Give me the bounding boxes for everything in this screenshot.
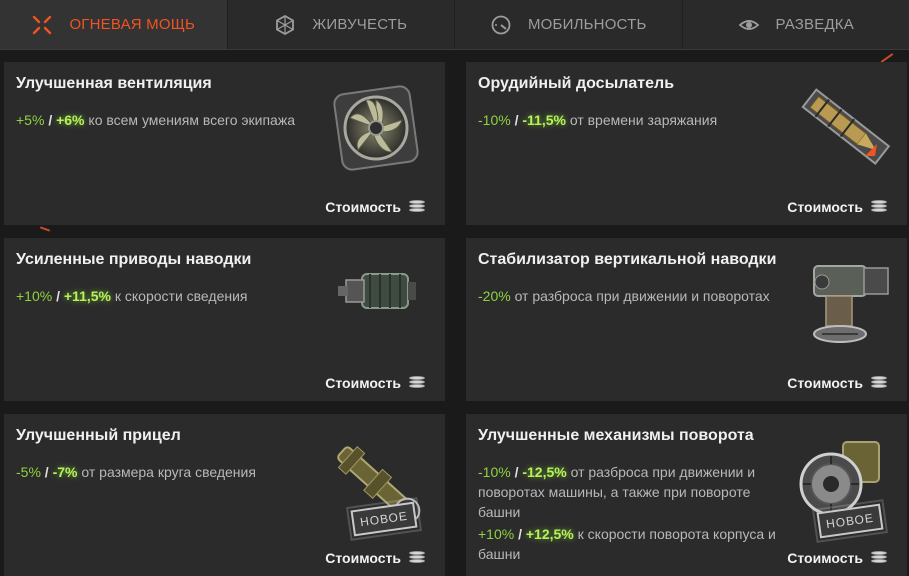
separator: /	[514, 112, 519, 128]
equipment-description: +10% / +11,5% к скорости сведения	[16, 286, 316, 306]
tab-recon[interactable]: РАЗВЕДКА	[683, 0, 909, 49]
eye-icon	[738, 14, 760, 36]
cost-label: Стоимость	[787, 550, 863, 566]
bonus-text: от времени заряжания	[569, 112, 718, 128]
equipment-description: -10% / -11,5% от времени заряжания	[478, 110, 778, 130]
separator: /	[56, 288, 60, 304]
cost-button[interactable]: Стоимость	[325, 375, 425, 391]
equipment-card[interactable]: Улучшенный прицел -5% / -7% от размера к…	[4, 414, 445, 576]
cost-label: Стоимость	[325, 550, 401, 566]
tab-label: ОГНЕВАЯ МОЩЬ	[69, 16, 196, 33]
tab-mobility[interactable]: МОБИЛЬНОСТЬ	[455, 0, 683, 49]
bonus-value-improved: +11,5%	[63, 288, 111, 304]
cost-label: Стоимость	[325, 375, 401, 391]
crosshair-icon	[31, 14, 53, 36]
equipment-description: -10% / -12,5% от разброса при движении и…	[478, 462, 778, 564]
speedometer-icon	[490, 14, 512, 36]
armor-hex-icon	[274, 14, 296, 36]
new-badge-label: НОВОЕ	[359, 508, 409, 530]
bonus-value: +5%	[16, 112, 45, 128]
bonus-value-improved: -11,5%	[522, 112, 566, 128]
cost-button[interactable]: Стоимость	[787, 375, 887, 391]
equipment-description: -20% от разброса при движении и поворота…	[478, 286, 778, 306]
bonus-value-improved: -12,5%	[522, 464, 567, 480]
tab-survivability[interactable]: ЖИВУЧЕСТЬ	[228, 0, 455, 49]
credits-icon	[409, 376, 425, 390]
equipment-description: +5% / +6% ко всем умениям всего экипажа	[16, 110, 316, 130]
bonus-text: к скорости сведения	[114, 288, 248, 304]
credits-icon	[871, 551, 887, 565]
equipment-title: Улучшенные механизмы поворота	[478, 427, 754, 444]
equipment-card[interactable]: Улучшенная вентиляция +5% / +6% ко всем …	[4, 62, 445, 225]
equipment-title: Улучшенный прицел	[16, 427, 181, 444]
cost-label: Стоимость	[787, 375, 863, 391]
credits-icon	[409, 551, 425, 565]
fan-icon	[324, 80, 434, 180]
credits-icon	[409, 200, 425, 214]
equipment-title: Улучшенная вентиляция	[16, 75, 212, 92]
cost-button[interactable]: Стоимость	[325, 199, 425, 215]
equipment-card[interactable]: Стабилизатор вертикальной наводки -20% о…	[466, 238, 907, 401]
motor-icon	[324, 252, 434, 352]
tab-label: РАЗВЕДКА	[775, 16, 854, 33]
equipment-title: Усиленные приводы наводки	[16, 251, 252, 268]
category-tabs: ОГНЕВАЯ МОЩЬ ЖИВУЧЕСТЬ МОБИЛЬНОСТЬ РАЗВЕ…	[0, 0, 909, 50]
tab-label: МОБИЛЬНОСТЬ	[527, 16, 647, 33]
bonus-value: -10%	[478, 112, 511, 128]
bonus-text: от разброса при движении и поворотах	[514, 288, 770, 304]
separator: /	[44, 464, 49, 480]
stabilizer-icon	[796, 254, 906, 354]
bonus-value: +10%	[16, 288, 53, 304]
bonus-text: ко всем умениям всего экипажа	[88, 112, 295, 128]
bonus-value-improved: +6%	[56, 112, 85, 128]
bonus-value-improved: +12,5%	[525, 526, 574, 542]
bonus-value-improved: -7%	[52, 464, 78, 480]
new-badge-label: НОВОЕ	[825, 510, 875, 532]
separator: /	[518, 526, 522, 542]
tab-firepower[interactable]: ОГНЕВАЯ МОЩЬ	[0, 0, 228, 49]
equipment-title: Стабилизатор вертикальной наводки	[478, 251, 777, 268]
rammer-icon	[791, 78, 901, 178]
bonus-text: от разброса при движении и поворотах маш…	[478, 464, 756, 520]
tab-label: ЖИВУЧЕСТЬ	[312, 16, 408, 33]
bonus-value: -20%	[478, 288, 511, 304]
equipment-card[interactable]: Улучшенные механизмы поворота -10% / -12…	[466, 414, 907, 576]
bonus-value: -10%	[478, 464, 511, 480]
bonus-text: к скорости поворота корпуса и башни	[478, 526, 776, 562]
equipment-card[interactable]: Усиленные приводы наводки +10% / +11,5% …	[4, 238, 445, 401]
ember-decoration	[39, 226, 51, 232]
equipment-description: -5% / -7% от размера круга сведения	[16, 462, 316, 482]
credits-icon	[871, 200, 887, 214]
separator: /	[48, 112, 53, 128]
equipment-card[interactable]: Орудийный досылатель -10% / -11,5% от вр…	[466, 62, 907, 225]
separator: /	[514, 464, 519, 480]
cost-button[interactable]: Стоимость	[787, 199, 887, 215]
credits-icon	[871, 376, 887, 390]
cost-button[interactable]: Стоимость	[325, 550, 425, 566]
cost-label: Стоимость	[787, 199, 863, 215]
bonus-text: от размера круга сведения	[81, 464, 256, 480]
cost-label: Стоимость	[325, 199, 401, 215]
bonus-value: -5%	[16, 464, 41, 480]
equipment-title: Орудийный досылатель	[478, 75, 675, 92]
cost-button[interactable]: Стоимость	[787, 550, 887, 566]
bonus-value: +10%	[478, 526, 515, 542]
